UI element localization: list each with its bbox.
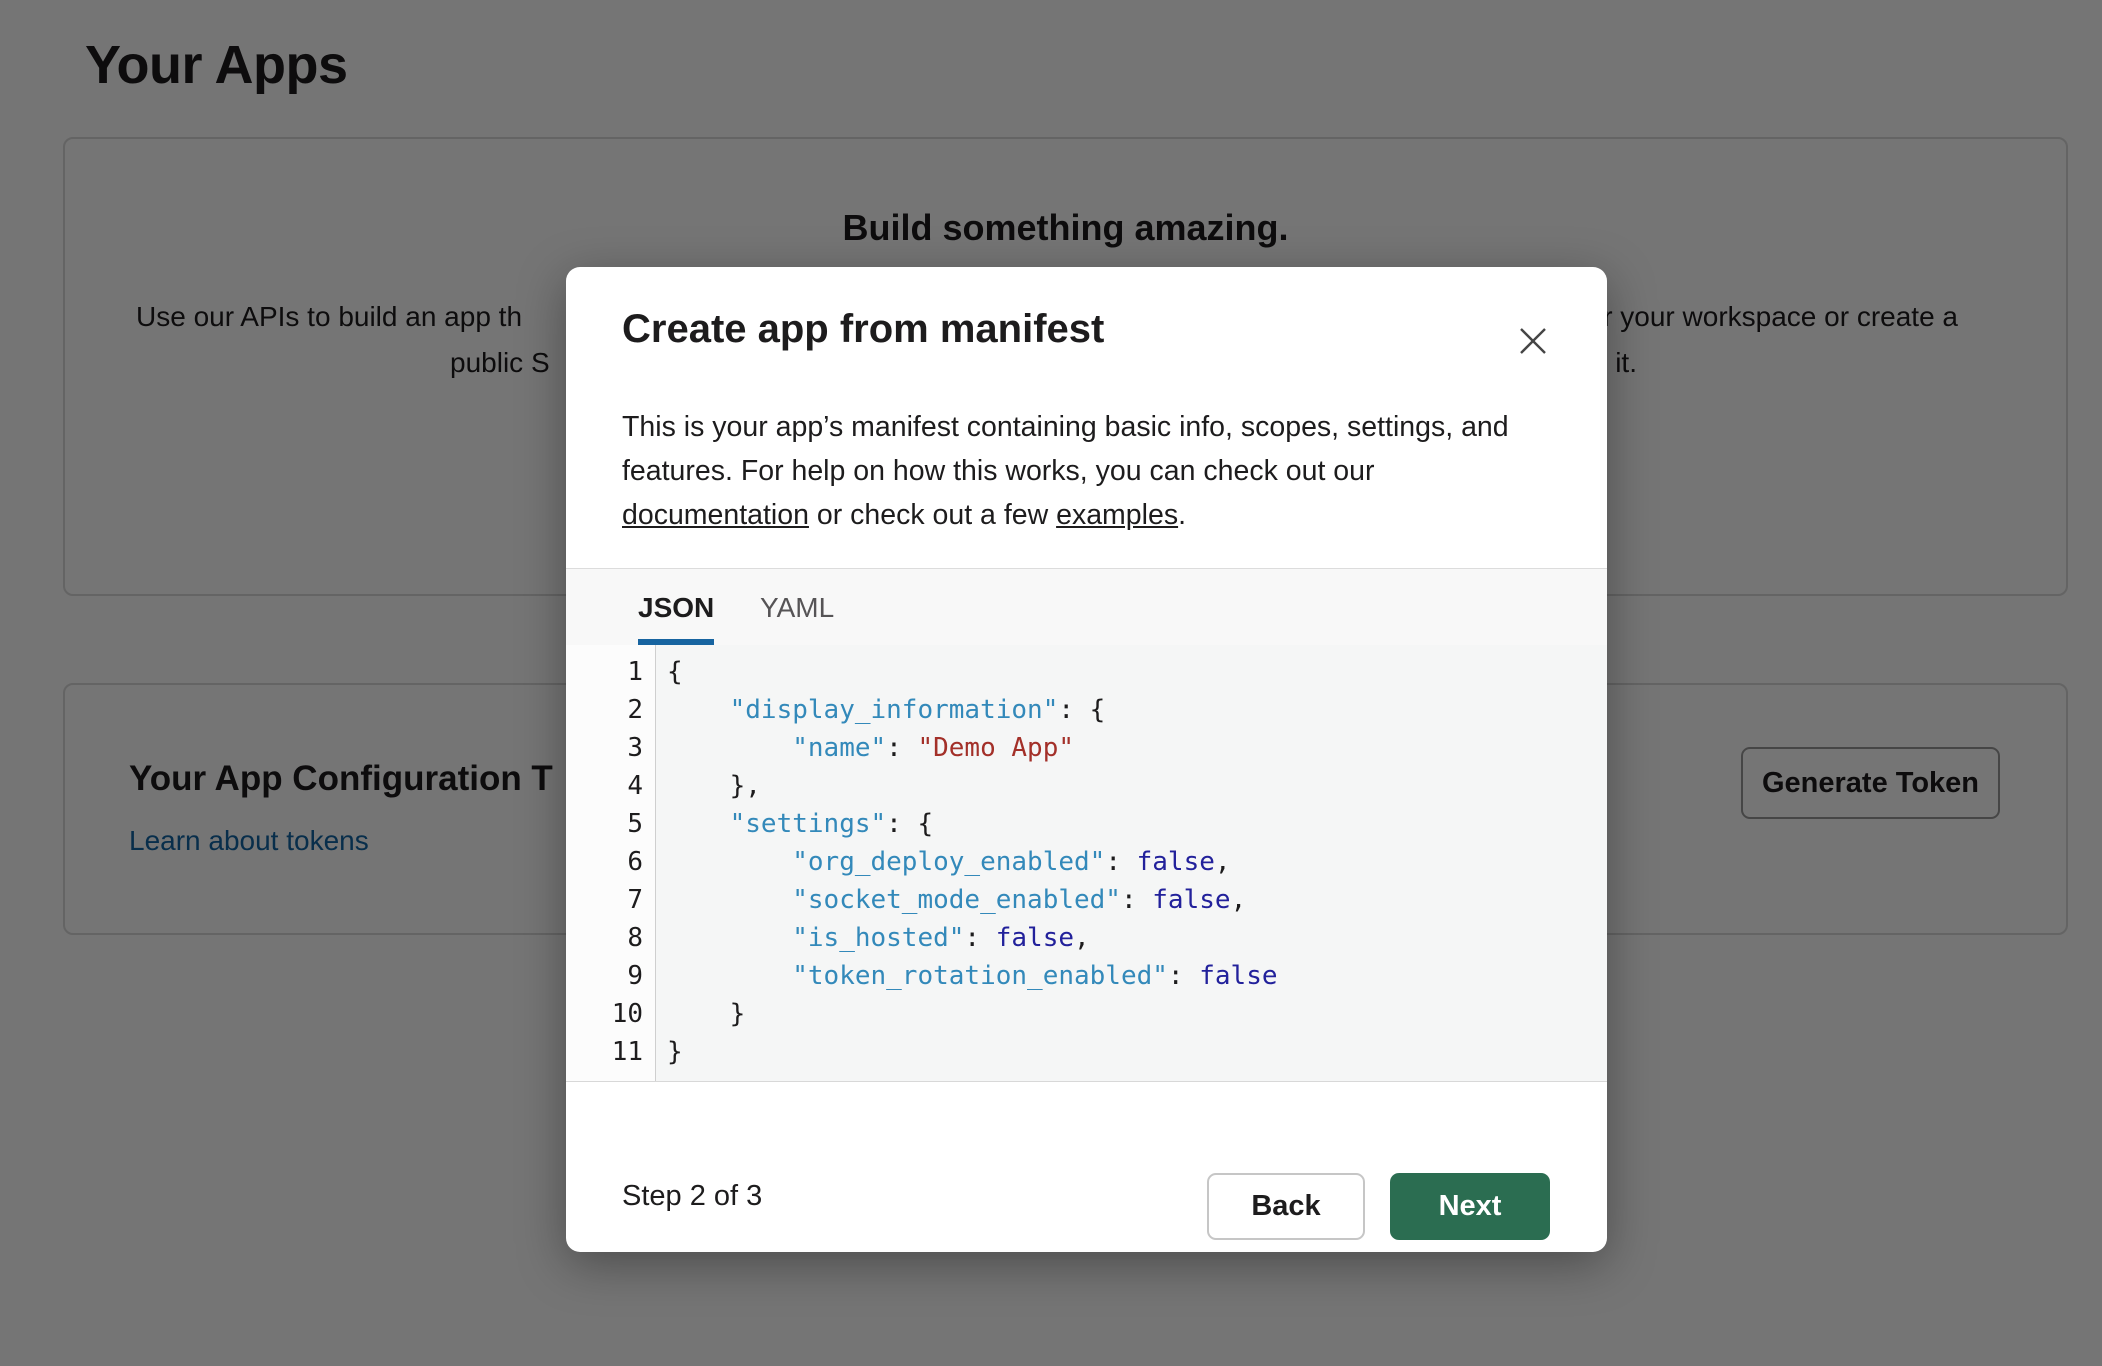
tab-json[interactable]: JSON [638,569,714,646]
code-token: "display_information" [730,695,1059,725]
line-number: 6 [566,843,655,881]
description-text: . [1178,499,1186,531]
examples-link[interactable]: examples [1056,499,1178,531]
code-token: : { [1058,695,1105,725]
close-button[interactable] [1515,323,1551,359]
code-token: "name" [792,733,886,763]
code-line: "socket_mode_enabled": false, [667,881,1607,919]
code-token: : [964,923,995,953]
code-token [667,733,792,763]
line-number: 11 [566,1033,655,1071]
modal-title: Create app from manifest [622,307,1104,352]
code-line: "org_deploy_enabled": false, [667,843,1607,881]
code-line: "is_hosted": false, [667,919,1607,957]
code-token: : [1121,885,1152,915]
manifest-panel: JSON YAML 1234567891011 { "display_infor… [566,568,1607,1082]
code-token: : [1105,847,1136,877]
documentation-link[interactable]: documentation [622,499,809,531]
line-number: 2 [566,691,655,729]
code-token: false [1137,847,1215,877]
tab-strip: JSON YAML [566,568,1607,645]
code-token: "Demo App" [917,733,1074,763]
code-token [667,961,792,991]
code-token [667,695,730,725]
code-line: "token_rotation_enabled": false [667,957,1607,995]
code-token [667,885,792,915]
code-token: : [1168,961,1199,991]
line-number: 8 [566,919,655,957]
back-button[interactable]: Back [1207,1173,1365,1240]
line-number: 10 [566,995,655,1033]
code-token: "settings" [730,809,887,839]
line-number-gutter: 1234567891011 [566,645,656,1081]
modal-description: This is your app’s manifest containing b… [622,405,1542,537]
line-number: 7 [566,881,655,919]
code-token: } [667,1037,683,1067]
code-token: false [1199,961,1277,991]
code-line: { [667,653,1607,691]
screen: Your Apps Build something amazing. Use o… [0,0,2102,1366]
code-token: "org_deploy_enabled" [792,847,1105,877]
code-token: }, [667,771,761,801]
code-line: } [667,995,1607,1033]
code-token: , [1231,885,1247,915]
description-text: or check out a few [809,499,1056,531]
line-number: 3 [566,729,655,767]
code-token: : [886,733,917,763]
code-token: , [1215,847,1231,877]
line-number: 5 [566,805,655,843]
step-indicator: Step 2 of 3 [622,1180,762,1213]
code-token: : { [886,809,933,839]
code-token [667,847,792,877]
code-token: , [1074,923,1090,953]
code-line: }, [667,767,1607,805]
code-line: } [667,1033,1607,1071]
code-line: "name": "Demo App" [667,729,1607,767]
code-line: "settings": { [667,805,1607,843]
next-button[interactable]: Next [1390,1173,1550,1240]
code-token: "token_rotation_enabled" [792,961,1168,991]
modal-footer: Step 2 of 3 Back Next [566,1137,1607,1252]
code-token: "socket_mode_enabled" [792,885,1121,915]
code-token [667,809,730,839]
close-icon [1515,323,1551,359]
code-token: } [667,999,745,1029]
code-line: "display_information": { [667,691,1607,729]
code-token: false [996,923,1074,953]
code-token: "is_hosted" [792,923,964,953]
manifest-code-editor[interactable]: 1234567891011 { "display_information": {… [566,645,1607,1082]
create-app-from-manifest-modal: Create app from manifest This is your ap… [566,267,1607,1252]
code-token: { [667,657,683,687]
code-token [667,923,792,953]
tab-yaml[interactable]: YAML [760,569,834,646]
line-number: 9 [566,957,655,995]
code-content: { "display_information": { "name": "Demo… [667,653,1607,1071]
description-text: This is your app’s manifest containing b… [622,411,1509,487]
line-number: 1 [566,653,655,691]
line-number: 4 [566,767,655,805]
code-token: false [1152,885,1230,915]
